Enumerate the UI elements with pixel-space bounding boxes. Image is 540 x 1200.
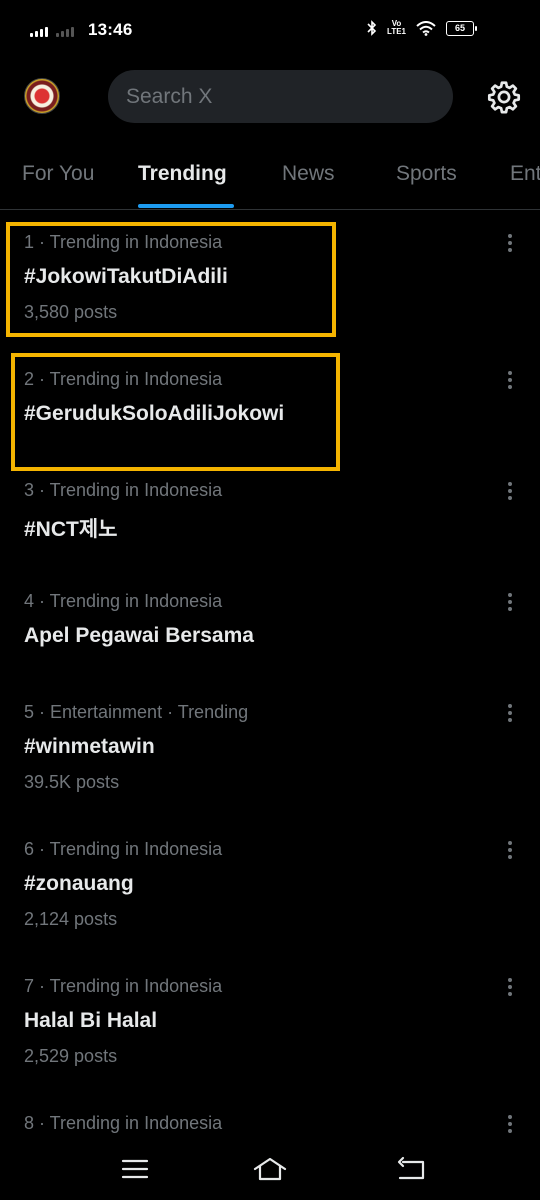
more-options-icon[interactable] [506,1115,514,1135]
trend-posts: 2,124 posts [24,909,118,929]
more-options-icon[interactable] [506,482,514,502]
trend-title: #winmetawin [24,735,155,758]
trend-meta: 5 · Entertainment · Trending [24,702,249,722]
trend-title: #GerudukSoloAdiliJokowi [24,402,285,425]
trend-item[interactable]: 6 · Trending in Indonesia #zonauang 2,12… [0,839,540,939]
profile-avatar[interactable] [24,78,60,114]
search-input[interactable]: Search X [108,70,453,123]
more-options-icon[interactable] [506,978,514,998]
trend-item[interactable]: 5 · Entertainment · Trending #winmetawin… [0,702,540,802]
tab-trending[interactable]: Trending [138,162,227,186]
tab-bar: For You Trending News Sports Ent [0,150,540,210]
status-time: 13:46 [88,20,133,39]
tab-entertainment[interactable]: Ent [510,162,540,186]
menu-icon[interactable] [118,1152,152,1186]
trend-item[interactable]: 2 · Trending in Indonesia #GerudukSoloAd… [0,369,540,469]
trend-item[interactable]: 3 · Trending in Indonesia #NCT제노 [0,480,540,580]
trend-title: #JokowiTakutDiAdili [24,265,228,288]
signal-icon [30,23,48,37]
bluetooth-icon [367,20,377,36]
trend-item[interactable]: 7 · Trending in Indonesia Halal Bi Halal… [0,976,540,1076]
active-tab-indicator [138,204,234,208]
trend-title: #NCT제노 [24,518,118,541]
more-options-icon[interactable] [506,704,514,724]
home-icon[interactable] [253,1152,287,1186]
trend-meta: 4 · Trending in Indonesia [24,591,223,611]
trend-item[interactable]: 4 · Trending in Indonesia Apel Pegawai B… [0,591,540,691]
back-icon[interactable] [394,1152,428,1186]
tab-for-you[interactable]: For You [22,162,94,186]
trend-meta: 8 · Trending in Indonesia [24,1113,223,1133]
search-placeholder: Search X [126,85,213,108]
more-options-icon[interactable] [506,371,514,391]
wifi-icon [416,20,436,36]
status-bar: 13:46 Vo LTE1 65 [0,0,540,64]
system-nav-bar [0,1140,540,1200]
trend-posts: 39.5K posts [24,772,120,792]
trend-item[interactable]: 1 · Trending in Indonesia #JokowiTakutDi… [0,232,540,332]
trend-meta: 7 · Trending in Indonesia [24,976,223,996]
trend-meta: 3 · Trending in Indonesia [24,480,223,500]
trend-posts: 3,580 posts [24,302,118,322]
trend-meta: 1 · Trending in Indonesia [24,232,223,252]
trend-meta: 6 · Trending in Indonesia [24,839,223,859]
more-options-icon[interactable] [506,234,514,254]
trend-title: Apel Pegawai Bersama [24,624,254,647]
battery-icon: 65 [446,20,477,36]
status-right: Vo LTE1 65 [367,19,477,36]
trend-title: #zonauang [24,872,134,895]
trend-item[interactable]: 8 · Trending in Indonesia [0,1113,540,1143]
more-options-icon[interactable] [506,841,514,861]
signal-icon [56,23,74,37]
trend-meta: 2 · Trending in Indonesia [24,369,223,389]
trend-posts: 2,529 posts [24,1046,118,1066]
tab-news[interactable]: News [282,162,335,186]
gear-icon[interactable] [486,79,522,115]
trend-title: Halal Bi Halal [24,1009,158,1032]
tab-sports[interactable]: Sports [396,162,457,186]
status-left: 13:46 [30,20,132,40]
volte-icon: Vo LTE1 [387,19,406,36]
more-options-icon[interactable] [506,593,514,613]
